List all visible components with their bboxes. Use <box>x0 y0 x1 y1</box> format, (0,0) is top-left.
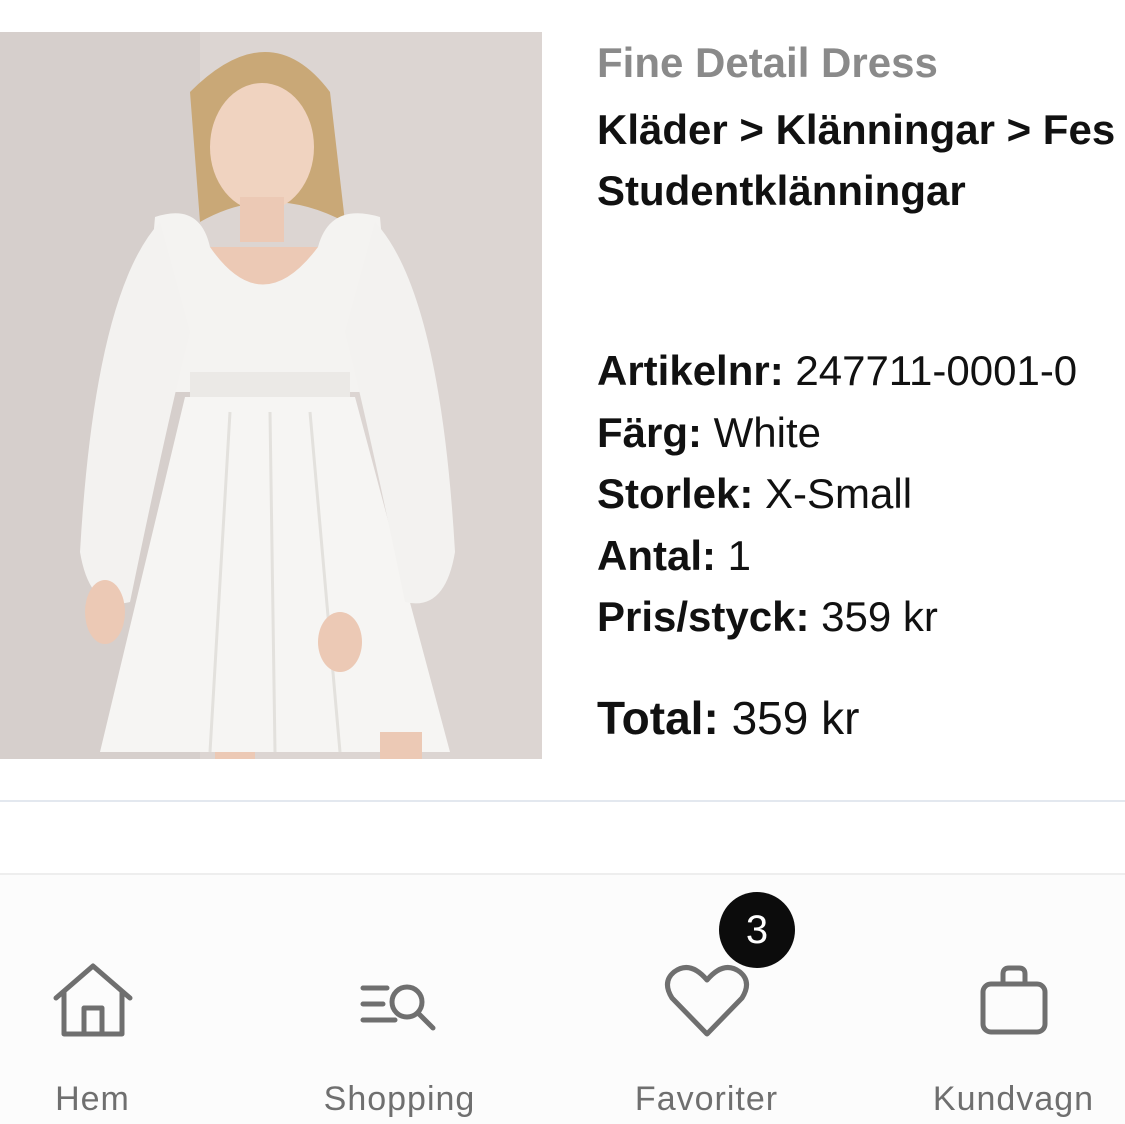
article-number-row: Artikelnr: 247711-0001-0 <box>597 340 1125 402</box>
breadcrumb-line-2[interactable]: Studentklänningar <box>597 160 1125 221</box>
total-label: Total: <box>597 692 719 744</box>
home-icon <box>53 963 132 1037</box>
unit-price-label: Pris/styck: <box>597 593 810 640</box>
tab-favorites[interactable]: Favoriter <box>566 875 847 1124</box>
quantity-value: 1 <box>716 531 752 579</box>
bag-icon <box>980 965 1047 1035</box>
article-number-value: 247711-0001-0 <box>783 347 1078 394</box>
color-value: White <box>702 408 822 456</box>
product-image[interactable] <box>0 32 542 759</box>
heart-icon <box>664 965 749 1037</box>
quantity-label: Antal: <box>597 531 716 579</box>
breadcrumb-line-1[interactable]: Kläder > Klänningar > Fes <box>597 99 1125 160</box>
favorites-badge: 3 <box>719 892 795 968</box>
tab-shopping[interactable]: Shopping <box>259 875 540 1124</box>
size-row: Storlek: X-Small <box>597 463 1125 525</box>
quantity-row: Antal: 1 <box>597 525 1125 587</box>
article-number-label: Artikelnr: <box>597 347 784 394</box>
color-row: Färg: White <box>597 402 1125 464</box>
unit-price-value: 359 kr <box>809 593 938 640</box>
tab-cart[interactable]: Kundvagn <box>873 875 1125 1124</box>
tab-home[interactable]: Hem <box>0 875 233 1124</box>
search-list-icon <box>360 984 435 1031</box>
bottom-tab-bar: Hem Shopping Favoriter Kundvagn <box>0 875 1125 1124</box>
tab-shopping-label: Shopping <box>323 1080 476 1118</box>
size-value: X-Small <box>753 470 913 517</box>
divider <box>0 800 1125 802</box>
total-row: Total: 359 kr <box>597 688 859 748</box>
tab-cart-label: Kundvagn <box>932 1080 1095 1118</box>
tab-home-label: Hem <box>55 1080 130 1118</box>
color-label: Färg: <box>597 408 702 456</box>
product-info-list: Artikelnr: 247711-0001-0 Färg: White Sto… <box>597 340 1125 648</box>
order-item-page: Fine Detail Dress Kläder > Klänningar > … <box>0 0 1125 1124</box>
dress-photo-illustration <box>0 32 542 759</box>
unit-price-row: Pris/styck: 359 kr <box>597 586 1125 648</box>
product-name[interactable]: Fine Detail Dress <box>597 38 1125 88</box>
total-value: 359 kr <box>718 692 860 744</box>
breadcrumb[interactable]: Kläder > Klänningar > Fes Studentklännin… <box>597 99 1125 221</box>
product-header: Fine Detail Dress Kläder > Klänningar > … <box>597 38 1125 221</box>
size-label: Storlek: <box>597 470 754 517</box>
tab-favorites-label: Favoriter <box>634 1080 779 1118</box>
